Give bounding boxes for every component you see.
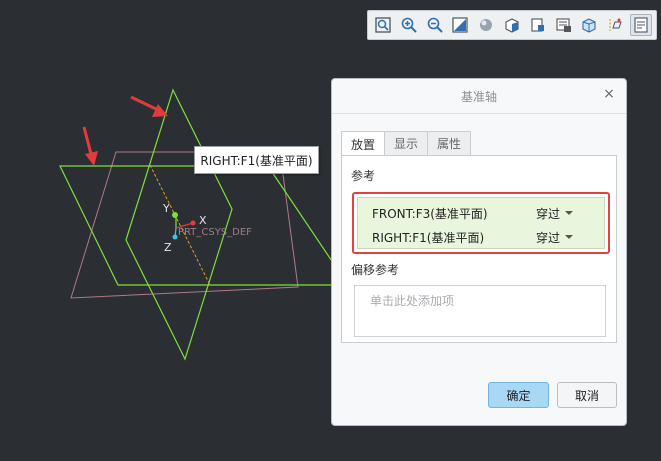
shading-icon (480, 19, 493, 31)
reference-row-right[interactable]: RIGHT:F1(基准平面) 穿过 (358, 225, 604, 249)
view-toolbar (367, 10, 657, 40)
offset-placeholder: 单击此处添加项 (370, 294, 455, 308)
saved-orientations-icon (531, 18, 544, 32)
reference-row-front[interactable]: FRONT:F3(基准平面) 穿过 (358, 201, 604, 225)
reference-type-dropdown[interactable]: 穿过 (536, 229, 574, 246)
view-manager-icon (556, 18, 571, 32)
tab-display[interactable]: 显示 (384, 131, 429, 155)
dialog-title: 基准轴 (460, 89, 497, 104)
dialog-tabs: 放置 显示 属性 (341, 131, 472, 156)
references-list[interactable]: FRONT:F3(基准平面) 穿过 RIGHT:F1(基准平面) 穿过 (357, 197, 605, 249)
zoom-in-button[interactable] (398, 14, 420, 36)
refit-icon (375, 17, 391, 33)
chevron-down-icon (565, 211, 574, 215)
reference-type-value: 穿过 (536, 230, 561, 245)
right-datum-plane[interactable] (125, 88, 233, 361)
ok-button[interactable]: 确定 (488, 382, 549, 408)
shading-button[interactable] (475, 14, 497, 36)
annotation-display-button[interactable] (630, 14, 652, 36)
csys-y-label: Y (162, 202, 170, 215)
references-highlight: FRONT:F3(基准平面) 穿过 RIGHT:F1(基准平面) 穿过 (352, 192, 610, 254)
annotation-arrow-1 (130, 95, 168, 117)
reference-name: FRONT:F3(基准平面) (372, 206, 488, 221)
perspective-view-icon (582, 18, 596, 33)
zoom-out-icon (427, 17, 443, 33)
annotation-arrow-2 (82, 126, 98, 166)
csys-z-label: Z (164, 241, 172, 254)
view-style-button[interactable] (501, 14, 523, 36)
datum-display-icon (609, 18, 622, 31)
refit-button[interactable] (372, 14, 394, 36)
offset-references-list[interactable]: 单击此处添加项 (354, 285, 606, 337)
csys-y-dot (172, 212, 178, 218)
chevron-down-icon (565, 235, 574, 239)
csys-x-dot (190, 220, 196, 226)
tab-properties[interactable]: 属性 (427, 131, 472, 155)
tab-placement[interactable]: 放置 (341, 131, 386, 156)
zoom-in-icon (401, 17, 417, 33)
cancel-button[interactable]: 取消 (557, 382, 617, 408)
csys-z-dot (172, 234, 178, 240)
selection-tooltip: RIGHT:F1(基准平面) (194, 146, 319, 174)
reference-type-dropdown[interactable]: 穿过 (536, 205, 574, 222)
view-manager-button[interactable] (553, 14, 575, 36)
datum-display-button[interactable] (604, 14, 626, 36)
zoom-out-button[interactable] (424, 14, 446, 36)
repaint-icon (452, 17, 468, 33)
reference-type-value: 穿过 (536, 206, 561, 221)
perspective-view-button[interactable] (579, 14, 601, 36)
datum-axis-dialog: 基准轴 × 放置 显示 属性 参考 FRONT:F3(基准平面) 穿过 RIGH… (331, 78, 627, 426)
placement-panel: 参考 FRONT:F3(基准平面) 穿过 RIGHT:F1(基准平面) 穿过 偏… (341, 155, 617, 343)
references-label: 参考 (351, 169, 376, 183)
tooltip-text: RIGHT:F1(基准平面) (200, 153, 313, 168)
close-icon[interactable]: × (602, 87, 616, 101)
saved-orientations-button[interactable] (527, 14, 549, 36)
view-style-icon (505, 18, 519, 33)
repaint-button[interactable] (449, 14, 471, 36)
csys-name-label: PRT_CSYS_DEF (178, 227, 252, 238)
offset-references-label: 偏移参考 (351, 263, 400, 277)
reference-name: RIGHT:F1(基准平面) (372, 230, 485, 245)
csys-x-label: X (199, 214, 207, 227)
annotation-display-icon (634, 17, 648, 33)
dialog-title-bar[interactable]: 基准轴 × (332, 79, 626, 114)
